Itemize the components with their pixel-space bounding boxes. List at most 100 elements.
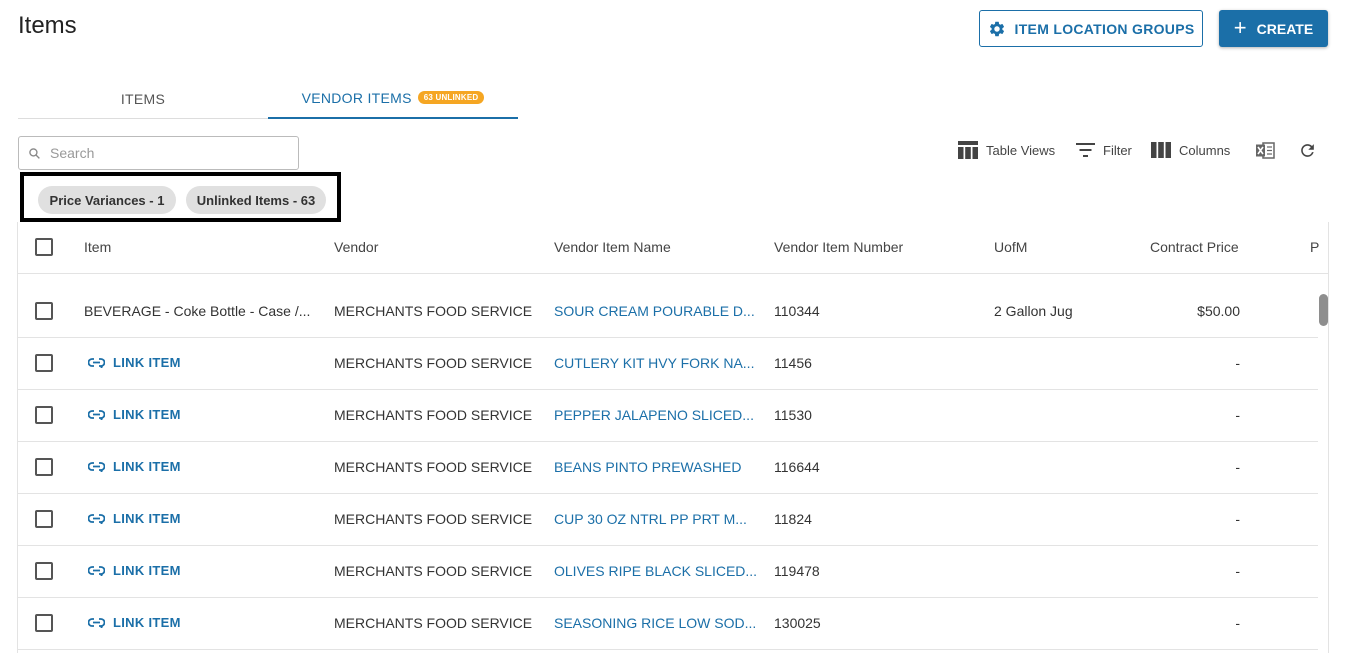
columns-label: Columns: [1179, 142, 1231, 158]
vendor-cell: MERCHANTS FOOD SERVICE: [334, 615, 533, 631]
search-input[interactable]: [50, 145, 270, 161]
tab-items-label: ITEMS: [120, 90, 166, 107]
row-checkbox[interactable]: [35, 354, 53, 372]
vendor-item-name-link[interactable]: OLIVES RIPE BLACK SLICED...: [554, 563, 757, 579]
column-header-vendor[interactable]: Vendor: [334, 239, 378, 255]
filter-label: Filter: [1103, 142, 1132, 158]
table-row[interactable]: BEVERAGE - Coke Bottle - Case /... MERCH…: [18, 286, 1318, 338]
export-excel-button[interactable]: [1256, 138, 1283, 162]
table-row[interactable]: LINK ITEM MERCHANTS FOOD SERVICE BEANS P…: [18, 442, 1318, 494]
refresh-button[interactable]: [1298, 138, 1325, 162]
tab-vendor-items[interactable]: VENDOR ITEMS 63 UNLINKED: [268, 78, 518, 119]
table-views-button[interactable]: Table Views: [958, 138, 1055, 162]
vendor-items-table: Item Vendor Vendor Item Name Vendor Item…: [17, 222, 1329, 653]
vendor-item-name-link[interactable]: BEANS PINTO PREWASHED: [554, 459, 741, 475]
link-icon: [88, 409, 105, 420]
link-item-label: LINK ITEM: [113, 459, 181, 474]
contract-price-cell: -: [1235, 615, 1240, 631]
vendor-item-number-cell: 119478: [774, 563, 820, 579]
row-checkbox[interactable]: [35, 614, 53, 632]
link-icon: [88, 617, 105, 628]
vendor-item-name-link[interactable]: SEASONING RICE LOW SOD...: [554, 615, 756, 631]
link-icon: [88, 513, 105, 524]
filter-chips-group: Price Variances - 1 Unlinked Items - 63: [20, 172, 341, 222]
tab-vendor-items-label: VENDOR ITEMS: [301, 89, 412, 106]
row-checkbox[interactable]: [35, 406, 53, 424]
columns-icon: [1151, 142, 1171, 158]
vendor-cell: MERCHANTS FOOD SERVICE: [334, 303, 533, 319]
tab-bar: ITEMS VENDOR ITEMS 63 UNLINKED: [18, 78, 518, 119]
column-header-vendor-item-name[interactable]: Vendor Item Name: [554, 239, 671, 255]
uofm-cell: 2 Gallon Jug: [994, 303, 1073, 319]
row-checkbox[interactable]: [35, 458, 53, 476]
item-cell: BEVERAGE - Coke Bottle - Case /...: [84, 303, 311, 319]
chip-unlinked-items[interactable]: Unlinked Items - 63: [186, 186, 326, 214]
contract-price-cell: -: [1235, 355, 1240, 371]
vendor-item-number-cell: 11530: [774, 407, 812, 423]
page-title: Items: [18, 12, 77, 39]
refresh-icon: [1298, 141, 1317, 160]
column-header-vendor-item-number[interactable]: Vendor Item Number: [774, 239, 903, 255]
search-icon: [28, 147, 41, 160]
row-checkbox[interactable]: [35, 510, 53, 528]
column-header-item[interactable]: Item: [84, 239, 111, 255]
table-row[interactable]: LINK ITEM MERCHANTS FOOD SERVICE PEPPER …: [18, 390, 1318, 442]
gear-icon: [988, 20, 1006, 38]
unlinked-count-badge: 63 UNLINKED: [417, 91, 485, 104]
link-item-label: LINK ITEM: [113, 563, 181, 578]
link-item-label: LINK ITEM: [113, 511, 181, 526]
plus-icon: +: [1233, 14, 1247, 40]
vendor-item-number-cell: 11456: [774, 355, 812, 371]
table-row[interactable]: LINK ITEM MERCHANTS FOOD SERVICE CUP 30 …: [18, 494, 1318, 546]
vendor-item-number-cell: 130025: [774, 615, 821, 631]
vendor-item-name-link[interactable]: CUTLERY KIT HVY FORK NA...: [554, 355, 754, 371]
table-row[interactable]: LINK ITEM MERCHANTS FOOD SERVICE OLIVES …: [18, 546, 1318, 598]
vendor-item-number-cell: 116644: [774, 459, 820, 475]
column-header-contract-price[interactable]: Contract Price: [1150, 239, 1239, 255]
item-location-groups-label: ITEM LOCATION GROUPS: [1014, 20, 1195, 37]
link-item-label: LINK ITEM: [113, 407, 181, 422]
contract-price-cell: $50.00: [1197, 303, 1240, 319]
table-row[interactable]: LINK ITEM MERCHANTS FOOD SERVICE CUTLERY…: [18, 338, 1318, 390]
chip-price-variances[interactable]: Price Variances - 1: [38, 186, 176, 214]
link-icon: [88, 461, 105, 472]
columns-button[interactable]: Columns: [1151, 138, 1230, 162]
column-header-p[interactable]: P: [1310, 239, 1319, 255]
vendor-cell: MERCHANTS FOOD SERVICE: [334, 511, 533, 527]
link-item-button[interactable]: LINK ITEM: [88, 459, 181, 474]
row-checkbox[interactable]: [35, 562, 53, 580]
select-all-checkbox[interactable]: [35, 238, 53, 256]
vendor-item-name-link[interactable]: CUP 30 OZ NTRL PP PRT M...: [554, 511, 747, 527]
scrollbar-thumb[interactable]: [1319, 294, 1328, 326]
create-button[interactable]: + CREATE: [1219, 10, 1328, 47]
contract-price-cell: -: [1235, 459, 1240, 475]
contract-price-cell: -: [1235, 407, 1240, 423]
link-item-button[interactable]: LINK ITEM: [88, 355, 181, 370]
table-views-icon: [958, 141, 978, 159]
filter-button[interactable]: Filter: [1076, 138, 1132, 162]
vendor-item-name-link[interactable]: SOUR CREAM POURABLE D...: [554, 303, 755, 319]
link-item-label: LINK ITEM: [113, 615, 181, 630]
link-item-button[interactable]: LINK ITEM: [88, 615, 181, 630]
link-item-label: LINK ITEM: [113, 355, 181, 370]
row-checkbox[interactable]: [35, 302, 53, 320]
vendor-cell: MERCHANTS FOOD SERVICE: [334, 563, 533, 579]
vendor-cell: MERCHANTS FOOD SERVICE: [334, 407, 533, 423]
table-row[interactable]: LINK ITEM MERCHANTS FOOD SERVICE SEASONI…: [18, 598, 1318, 650]
link-icon: [88, 565, 105, 576]
item-location-groups-button[interactable]: ITEM LOCATION GROUPS: [979, 10, 1203, 47]
table-header: Item Vendor Vendor Item Name Vendor Item…: [18, 222, 1328, 274]
link-item-button[interactable]: LINK ITEM: [88, 407, 181, 422]
search-box[interactable]: [18, 136, 299, 170]
tab-items[interactable]: ITEMS: [18, 78, 268, 119]
column-header-uofm[interactable]: UofM: [994, 239, 1027, 255]
table-scrollbar[interactable]: [1318, 274, 1328, 653]
link-item-button[interactable]: LINK ITEM: [88, 511, 181, 526]
table-views-label: Table Views: [986, 142, 1056, 158]
create-label: CREATE: [1256, 20, 1314, 37]
vendor-item-number-cell: 11824: [774, 511, 812, 527]
vendor-item-name-link[interactable]: PEPPER JALAPENO SLICED...: [554, 407, 754, 423]
excel-export-icon: [1256, 141, 1275, 159]
link-item-button[interactable]: LINK ITEM: [88, 563, 181, 578]
vendor-cell: MERCHANTS FOOD SERVICE: [334, 355, 533, 371]
